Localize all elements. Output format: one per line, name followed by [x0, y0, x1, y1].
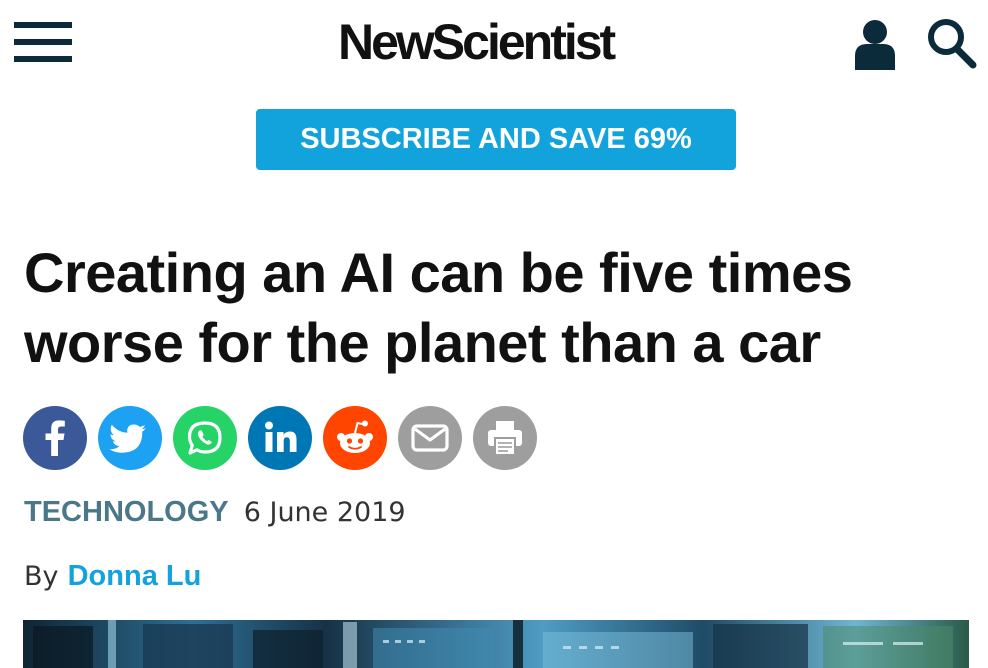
search-icon[interactable] — [926, 16, 978, 70]
twitter-icon — [109, 424, 146, 453]
author-link[interactable]: Donna Lu — [68, 560, 202, 592]
article-meta: TECHNOLOGY 6 June 2019 — [24, 496, 406, 536]
site-header: NewScientist — [0, 0, 988, 90]
whatsapp-share-button[interactable] — [173, 406, 237, 470]
print-share-button[interactable] — [473, 406, 537, 470]
linkedin-share-button[interactable] — [248, 406, 312, 470]
publish-date: 6 June 2019 — [243, 497, 406, 528]
twitter-share-button[interactable] — [98, 406, 162, 470]
hero-image — [23, 620, 969, 668]
reddit-share-button[interactable] — [323, 406, 387, 470]
whatsapp-icon — [187, 421, 222, 455]
print-icon — [488, 421, 522, 456]
hamburger-menu-icon[interactable] — [14, 22, 72, 62]
reddit-icon — [337, 420, 373, 453]
facebook-icon — [45, 420, 65, 456]
email-icon — [411, 424, 449, 452]
byline-prefix: By — [24, 561, 59, 592]
facebook-share-button[interactable] — [23, 406, 87, 470]
article-headline: Creating an AI can be five times worse f… — [24, 241, 853, 374]
byline: By Donna Lu — [24, 560, 201, 593]
category-link[interactable]: TECHNOLOGY — [24, 496, 229, 528]
user-account-icon[interactable] — [852, 18, 898, 70]
subscribe-button[interactable]: SUBSCRIBE AND SAVE 69% — [256, 109, 736, 170]
linkedin-icon — [265, 421, 297, 452]
site-logo[interactable]: NewScientist — [338, 12, 658, 72]
email-share-button[interactable] — [398, 406, 462, 470]
